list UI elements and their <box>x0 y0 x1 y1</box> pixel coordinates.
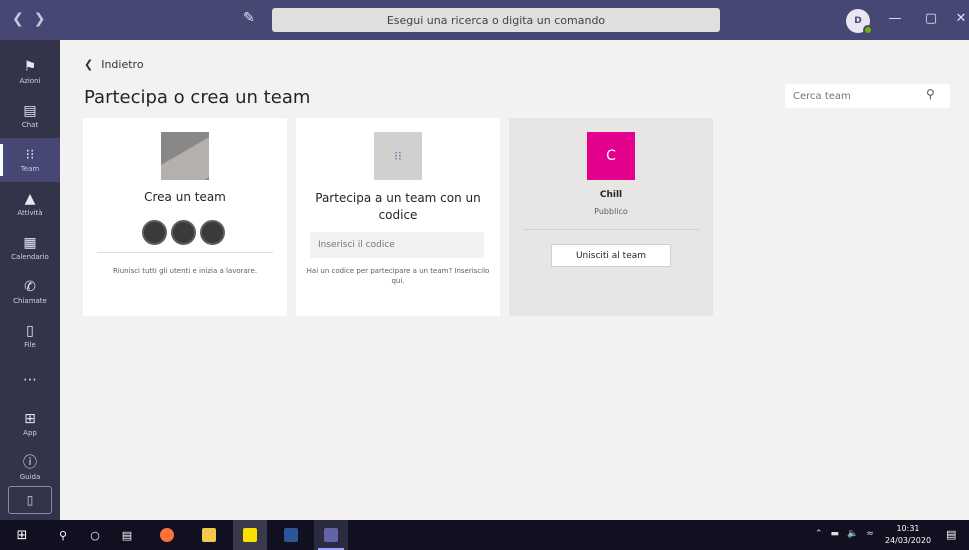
clock-time: 10:31 <box>896 524 920 533</box>
member-avatars <box>142 220 225 245</box>
join-team-button[interactable]: Unisciti al team <box>551 244 671 267</box>
title-bar: ❮ ❯ ✎ Esegui una ricerca o digita un com… <box>0 0 969 40</box>
join-code-title: Partecipa a un team con un codice <box>315 191 481 222</box>
battery-icon[interactable]: ▬ <box>831 529 840 539</box>
team-icon: ⁝⁝ <box>374 132 422 180</box>
cortana-icon[interactable]: ○ <box>80 520 110 550</box>
task-view-icon[interactable]: ▤ <box>112 520 142 550</box>
create-team-description: Riunisci tutti gli utenti e inizia a lav… <box>112 267 258 275</box>
bag-icon: ▲ <box>24 191 36 207</box>
main-content: ❮ Indietro Partecipa o crea un team ⚲ Cr… <box>60 40 969 520</box>
rail-label: Chat <box>21 121 39 129</box>
team-name: Chill <box>599 190 623 200</box>
rail-item-calendario[interactable]: ▦ Calendario <box>0 226 60 270</box>
forward-arrow-icon[interactable]: ❯ <box>34 11 46 27</box>
rail-label: Attività <box>17 209 43 217</box>
rail-label: Azioni <box>19 77 41 85</box>
teams-window: ❮ ❯ ✎ Esegui una ricerca o digita un com… <box>0 0 969 550</box>
command-search-placeholder: Esegui una ricerca o digita un comando <box>386 13 606 27</box>
team-initial: C <box>606 148 616 164</box>
maximize-icon[interactable]: ▢ <box>922 11 940 26</box>
close-icon[interactable]: ✕ <box>952 11 969 26</box>
rail-item-team[interactable]: ⁝⁝ Team <box>0 138 60 182</box>
avatar-initials: D <box>854 16 862 26</box>
create-team-image-icon <box>161 132 209 180</box>
file-explorer-icon[interactable] <box>192 520 226 550</box>
taskbar-clock[interactable]: 10:31 24/03/2020 <box>882 523 934 547</box>
team-code-input[interactable] <box>310 232 484 258</box>
create-team-title: Crea un team <box>144 190 226 204</box>
rail-label: Chiamate <box>13 297 47 305</box>
rail-item-more[interactable]: ⋯ <box>0 358 60 402</box>
phone-icon: ✆ <box>24 279 36 295</box>
windows-taskbar: ⊞ ⚲ ○ ▤ ⌃ ▬ 🔈 ≈ 10:31 24/03/2020 ▤ <box>0 520 969 550</box>
wifi-icon[interactable]: ≈ <box>866 529 874 539</box>
back-link[interactable]: ❮ Indietro <box>84 58 144 71</box>
avatar[interactable]: D <box>846 9 873 35</box>
back-label: Indietro <box>101 58 144 71</box>
search-icon[interactable]: ⚲ <box>926 87 935 101</box>
rail-item-attivita[interactable]: ▲ Attività <box>0 182 60 226</box>
avatar <box>142 220 167 245</box>
rail-label: Guida <box>19 473 41 481</box>
history-nav: ❮ ❯ <box>12 11 45 27</box>
rail-item-chat[interactable]: ▤ Chat <box>0 94 60 138</box>
rail-item-chiamate[interactable]: ✆ Chiamate <box>0 270 60 314</box>
team-icon: ⁝⁝ <box>25 147 35 163</box>
volume-icon[interactable]: 🔈 <box>847 529 858 539</box>
command-search-bar[interactable]: Esegui una ricerca o digita un comando <box>272 8 720 32</box>
avatar <box>171 220 196 245</box>
notification-center-icon[interactable]: ▤ <box>946 528 956 541</box>
minimize-icon[interactable]: — <box>886 11 904 26</box>
windows-logo-icon: ⊞ <box>16 527 28 543</box>
chevron-up-icon[interactable]: ⌃ <box>815 529 823 539</box>
more-icon: ⋯ <box>23 372 37 388</box>
help-icon: ⓘ <box>23 455 37 471</box>
firefox-icon[interactable] <box>150 520 184 550</box>
rail-item-azioni[interactable]: ⚑ Azioni <box>0 50 60 94</box>
chevron-left-icon: ❮ <box>84 58 94 71</box>
join-code-description: Hai un codice per partecipare a un team?… <box>306 267 490 285</box>
team-avatar: C <box>587 132 635 180</box>
taskbar-search-icon[interactable]: ⚲ <box>48 520 78 550</box>
suggested-team-card: C Chill Pubblico Unisciti al team <box>509 118 713 316</box>
chat-icon: ▤ <box>23 103 37 119</box>
start-button[interactable]: ⊞ <box>0 520 44 550</box>
system-tray: ⌃ ▬ 🔈 ≈ <box>815 529 874 539</box>
rail-label: Team <box>20 165 40 173</box>
team-visibility: Pubblico <box>594 207 628 216</box>
divider <box>97 252 273 253</box>
sticky-notes-icon[interactable] <box>233 520 267 550</box>
divider <box>523 229 699 230</box>
rail-item-file[interactable]: ▯ File <box>0 314 60 358</box>
presence-available-icon <box>863 25 873 35</box>
rail-label: Calendario <box>11 253 49 261</box>
teams-taskbar-icon[interactable] <box>314 520 348 550</box>
clock-date: 24/03/2020 <box>884 536 932 545</box>
rail-item-guida[interactable]: ⓘ Guida <box>0 446 60 490</box>
back-arrow-icon[interactable]: ❮ <box>12 11 24 27</box>
apps-icon: ⊞ <box>24 411 36 427</box>
calendar-icon: ▦ <box>23 235 37 251</box>
page-title: Partecipa o crea un team <box>84 87 311 108</box>
word-icon[interactable] <box>274 520 308 550</box>
create-team-card[interactable]: Crea un team Riunisci tutti gli utenti e… <box>83 118 287 316</box>
join-code-card: ⁝⁝ Partecipa a un team con un codice Hai… <box>296 118 500 316</box>
app-bar: ⚑ Azioni ▤ Chat ⁝⁝ Team ▲ Attività ▦ Cal… <box>0 40 60 520</box>
rail-label: File <box>24 341 36 349</box>
avatar <box>200 220 225 245</box>
bell-icon: ⚑ <box>23 59 37 75</box>
rail-label: App <box>23 429 37 437</box>
compose-icon[interactable]: ✎ <box>243 10 255 26</box>
file-icon: ▯ <box>26 323 34 339</box>
rail-item-app[interactable]: ⊞ App <box>0 402 60 446</box>
device-icon[interactable]: ▯ <box>8 486 52 514</box>
